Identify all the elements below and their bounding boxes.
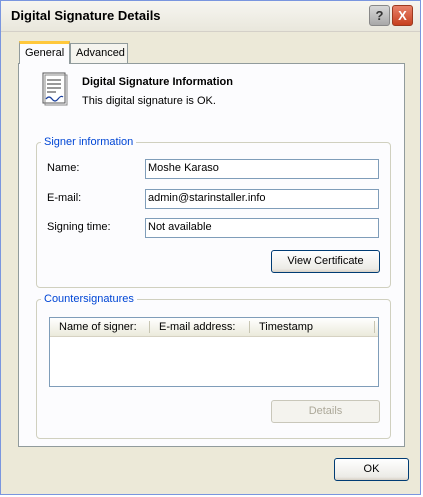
general-tab-panel: Digital Signature Information This digit…	[18, 63, 405, 447]
signing-time-label: Signing time:	[47, 221, 111, 233]
column-divider[interactable]	[374, 321, 375, 333]
info-title: Digital Signature Information	[82, 76, 233, 88]
tab-general-label: General	[25, 47, 65, 59]
column-header-timestamp[interactable]: Timestamp	[259, 321, 313, 333]
help-button[interactable]: ?	[369, 5, 390, 26]
title-bar[interactable]: Digital Signature Details ? X	[1, 1, 420, 32]
details-button[interactable]: Details	[271, 400, 380, 423]
email-field[interactable]: admin@starinstaller.info	[145, 189, 379, 209]
close-icon: X	[398, 8, 407, 23]
column-divider[interactable]	[249, 321, 250, 333]
list-header: Name of signer: E-mail address: Timestam…	[50, 318, 378, 337]
signature-status: This digital signature is OK.	[82, 95, 216, 107]
tab-general[interactable]: General	[19, 41, 70, 64]
help-icon: ?	[375, 8, 384, 23]
signed-document-icon	[42, 72, 68, 106]
tab-advanced-label: Advanced	[76, 47, 125, 59]
dialog-window: Digital Signature Details ? X General Ad…	[0, 0, 421, 495]
window-title: Digital Signature Details	[11, 8, 161, 23]
email-label: E-mail:	[47, 192, 82, 204]
column-header-name[interactable]: Name of signer:	[59, 321, 137, 333]
close-button[interactable]: X	[392, 5, 413, 26]
view-certificate-button[interactable]: View Certificate	[271, 250, 380, 273]
countersignatures-legend: Countersignatures	[44, 293, 134, 305]
name-field[interactable]: Moshe Karaso	[145, 159, 379, 179]
ok-button[interactable]: OK	[334, 458, 409, 481]
column-header-email[interactable]: E-mail address:	[159, 321, 235, 333]
name-label: Name:	[47, 162, 80, 174]
signer-information-legend: Signer information	[44, 136, 134, 148]
column-divider[interactable]	[149, 321, 150, 333]
countersignatures-list[interactable]: Name of signer: E-mail address: Timestam…	[49, 317, 379, 387]
tab-advanced[interactable]: Advanced	[70, 43, 128, 63]
signing-time-field[interactable]: Not available	[145, 218, 379, 238]
